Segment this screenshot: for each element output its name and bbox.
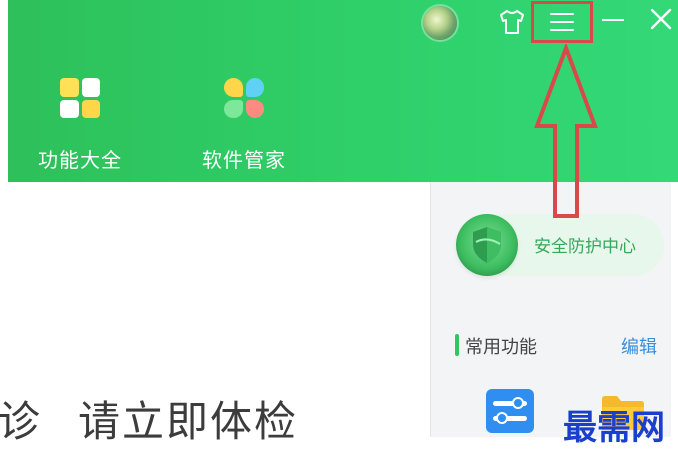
toolbar-item-label: 软件管家	[202, 148, 286, 172]
toolbar-item-software-manager[interactable]: 软件管家	[184, 78, 304, 178]
left-margin	[0, 0, 8, 450]
minimize-button[interactable]	[602, 19, 624, 21]
shield-icon	[473, 227, 501, 263]
main-menu-button[interactable]	[531, 1, 593, 43]
menu-icon	[550, 13, 574, 31]
user-avatar[interactable]	[423, 6, 457, 40]
close-icon[interactable]	[648, 6, 674, 32]
common-functions-title: 常用功能	[465, 337, 537, 358]
section-marker	[455, 334, 459, 356]
toolbar-item-label: 功能大全	[38, 148, 122, 172]
apps-grid-icon	[60, 78, 100, 118]
watermark: 最需网	[563, 408, 665, 448]
edit-link[interactable]: 编辑	[621, 333, 657, 359]
skin-icon[interactable]	[498, 9, 526, 35]
security-center-label: 安全防护中心	[534, 237, 636, 257]
shield-badge	[456, 214, 518, 276]
toolbar-item-all-features[interactable]: 功能大全	[20, 78, 140, 178]
red-arrow-up	[534, 44, 598, 218]
main-prompt-partial: 诊	[0, 397, 41, 442]
main-prompt-text: 请立即体检	[78, 397, 299, 442]
main-prompt: 诊 请立即体检	[0, 392, 430, 442]
settings-sliders-icon[interactable]	[486, 389, 534, 433]
software-manager-icon	[224, 78, 264, 118]
